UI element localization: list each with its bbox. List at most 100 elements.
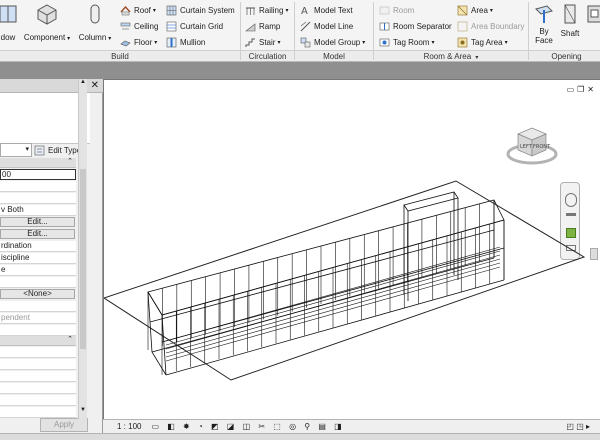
model-group-label: Model — [295, 50, 373, 61]
shaft-icon — [564, 4, 576, 24]
roof-button[interactable]: Roof ▾ — [120, 3, 156, 17]
mullion-button[interactable]: Mullion — [166, 35, 205, 49]
tag-area-button[interactable]: Tag Area ▾ — [457, 35, 508, 49]
svg-text:A: A — [301, 6, 308, 16]
window-button[interactable]: dow — [0, 3, 20, 42]
scroll-thumb[interactable] — [80, 169, 86, 349]
property-row — [0, 371, 76, 382]
tag-room-icon — [379, 38, 390, 46]
property-row — [0, 301, 76, 312]
none-button[interactable]: <None> — [0, 289, 75, 299]
scale-label[interactable]: 1 : 100 — [117, 422, 141, 431]
curtain-grid-icon — [166, 21, 177, 31]
model-group-button[interactable]: Model Group ▾ — [300, 35, 365, 49]
beam-line — [165, 250, 501, 346]
wall-opening-icon — [587, 5, 600, 23]
railing-button[interactable]: Railing ▾ — [245, 3, 288, 17]
tower-roof — [403, 191, 459, 212]
curtain-system-button[interactable]: Curtain System — [166, 3, 235, 17]
property-value[interactable]: iscipline — [0, 253, 76, 264]
collapse-icon: ⌃ — [67, 158, 73, 165]
floor-icon — [120, 40, 131, 46]
workspace-background — [0, 62, 600, 79]
property-row — [0, 181, 76, 192]
ramp-button[interactable]: Ramp — [245, 19, 280, 33]
tag-room-button[interactable]: Tag Room ▾ — [379, 35, 434, 49]
ramp-icon — [245, 22, 256, 31]
stair-icon — [245, 38, 255, 47]
properties-header: ✕ — [0, 79, 103, 93]
chevron-down-icon: ▾ — [25, 146, 29, 153]
area-button[interactable]: Area ▾ — [457, 3, 493, 17]
stair-button[interactable]: Stair ▾ — [245, 35, 280, 49]
view-control-icons[interactable]: ▭ ◧ ✸ ◔ ◩ ◪ ◫ ✂ ⬚ ◎ ⚲ ▤ ◨ — [151, 422, 344, 431]
property-value[interactable]: v Both — [0, 205, 76, 216]
scroll-up-icon[interactable]: ▲ — [80, 79, 86, 85]
curtain-system-icon — [166, 5, 177, 15]
property-value[interactable]: e — [0, 265, 76, 276]
section-header[interactable]: ⌃ — [0, 158, 76, 168]
room-icon — [379, 6, 390, 14]
property-row — [0, 383, 76, 394]
property-value: pendent — [0, 313, 76, 324]
edit-button[interactable]: Edit... — [0, 229, 75, 239]
model-text-button[interactable]: A Model Text — [300, 3, 353, 17]
room-separator-button[interactable]: Room Separator — [379, 19, 452, 33]
room-separator-icon — [379, 22, 390, 30]
property-row — [0, 347, 76, 358]
window-label: dow — [0, 33, 16, 42]
room-button[interactable]: Room — [379, 3, 414, 17]
edit-button[interactable]: Edit... — [0, 217, 75, 227]
column-label: Column ▾ — [78, 33, 112, 42]
railing-icon — [246, 7, 255, 15]
ceiling-icon — [120, 22, 131, 29]
view-extra-icons[interactable]: ◰ ◳ ▸ — [566, 422, 590, 431]
model-line-icon — [300, 21, 311, 31]
ribbon: dow Component ▾ Column ▾ Roof ▾ Ceiling Flo… — [0, 0, 600, 62]
opening-extra-button[interactable] — [585, 3, 600, 29]
close-icon[interactable]: ✕ — [91, 80, 99, 91]
shaft-label: Shaft — [560, 29, 580, 38]
area-boundary-icon — [457, 21, 468, 31]
floor-line — [149, 229, 495, 323]
building-model[interactable] — [104, 80, 600, 420]
apply-button[interactable]: Apply — [40, 418, 88, 432]
structural-detail — [147, 200, 505, 375]
by-face-button[interactable]: By Face — [532, 3, 556, 45]
instance-filter-dropdown[interactable]: ▾ — [0, 143, 32, 157]
model-text-icon: A — [301, 6, 308, 16]
shaft-button[interactable]: Shaft — [557, 3, 583, 38]
property-value[interactable]: 00 — [0, 169, 76, 180]
model-line-button[interactable]: Model Line — [300, 19, 353, 33]
mullion-icon — [166, 37, 177, 47]
curtain-grid-button[interactable]: Curtain Grid — [166, 19, 223, 33]
component-label: Component ▾ — [23, 33, 71, 42]
3d-viewport[interactable]: ▭ ❐ ✕ LEFT FRONT — [103, 79, 600, 419]
section-header[interactable]: ⌃ — [0, 336, 76, 346]
room-area-group-label: Room & Area ▾ — [374, 50, 528, 61]
scroll-down-icon[interactable]: ▼ — [80, 407, 86, 413]
area-boundary-button[interactable]: Area Boundary — [457, 19, 524, 33]
collapse-icon: ⌃ — [67, 336, 73, 343]
component-button[interactable]: Component ▾ — [22, 3, 72, 42]
properties-scrollbar[interactable]: ▲ ▼ — [78, 79, 87, 419]
property-row — [0, 395, 76, 406]
property-row — [0, 359, 76, 370]
property-value[interactable]: rdination — [0, 241, 76, 252]
component-icon — [37, 4, 57, 25]
type-selector-preview[interactable]: ▾ — [0, 93, 90, 144]
by-face-icon — [535, 5, 553, 23]
by-face-label: By Face — [535, 27, 553, 45]
edit-type-icon — [34, 145, 45, 155]
window-icon — [0, 5, 17, 23]
properties-panel: ✕ ▾ ▾ Edit Type ⌃ 00 v Both Edit... Edit… — [0, 79, 103, 440]
column-button[interactable]: Column ▾ — [78, 3, 112, 42]
property-row — [0, 193, 76, 204]
ceiling-button[interactable]: Ceiling — [120, 19, 158, 33]
opening-group-label: Opening — [529, 50, 600, 61]
tag-area-icon — [457, 37, 468, 47]
floor-button[interactable]: Floor ▾ — [120, 35, 157, 49]
property-row — [0, 407, 76, 418]
column-icon — [90, 4, 100, 24]
property-row — [0, 325, 76, 336]
